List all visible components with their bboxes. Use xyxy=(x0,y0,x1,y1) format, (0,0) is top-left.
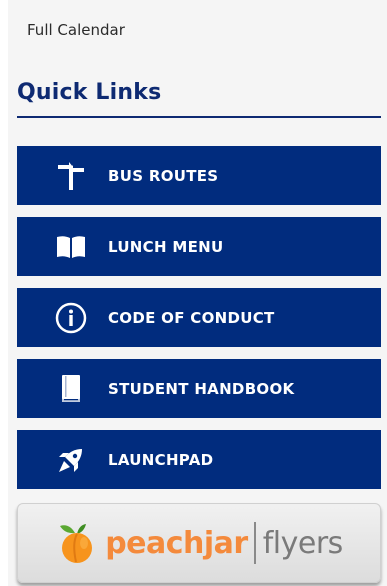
signpost-icon xyxy=(55,160,87,192)
book-open-icon xyxy=(55,231,87,263)
full-calendar-link[interactable]: Full Calendar xyxy=(27,21,125,39)
launchpad-label: LAUNCHPAD xyxy=(108,450,214,469)
heading-divider xyxy=(17,116,381,118)
code-of-conduct-label: CODE OF CONDUCT xyxy=(108,308,275,327)
student-handbook-button[interactable]: STUDENT HANDBOOK xyxy=(17,359,381,418)
peachjar-wordmark: peachjar xyxy=(105,525,248,561)
flyers-wordmark: flyers xyxy=(262,525,344,561)
lunch-menu-label: LUNCH MENU xyxy=(108,237,224,256)
launchpad-button[interactable]: LAUNCHPAD xyxy=(17,430,381,489)
wordmark-divider xyxy=(253,522,256,564)
bus-routes-button[interactable]: BUS ROUTES xyxy=(17,146,381,205)
code-of-conduct-button[interactable]: CODE OF CONDUCT xyxy=(17,288,381,347)
info-icon xyxy=(55,302,87,334)
student-handbook-label: STUDENT HANDBOOK xyxy=(108,379,295,398)
handbook-icon xyxy=(55,373,87,405)
quick-links-heading: Quick Links xyxy=(17,80,162,105)
bus-routes-label: BUS ROUTES xyxy=(108,166,219,185)
peachjar-flyers-button[interactable]: peachjar flyers xyxy=(17,503,381,583)
peach-icon xyxy=(55,521,99,565)
lunch-menu-button[interactable]: LUNCH MENU xyxy=(17,217,381,276)
quick-links-list: BUS ROUTES LUNCH MENU CODE OF CONDUCT ST… xyxy=(17,146,381,489)
rocket-icon xyxy=(55,444,87,476)
